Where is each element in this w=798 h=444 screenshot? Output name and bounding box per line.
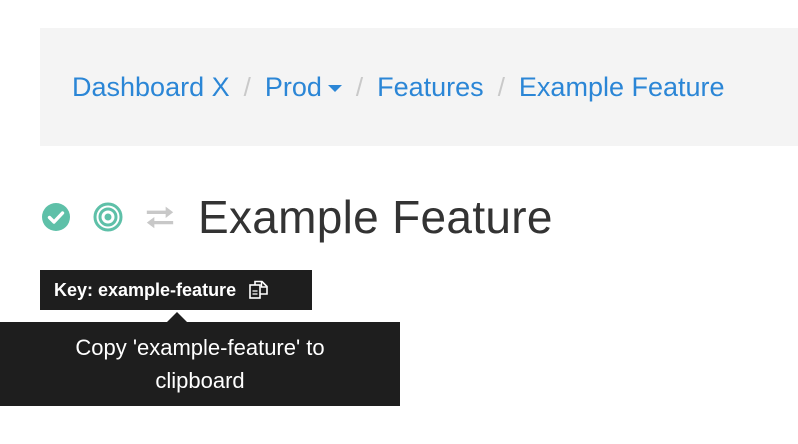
page: Dashboard X / Prod / Features / Example … <box>0 0 798 444</box>
breadcrumb-environment-label: Prod <box>264 71 322 102</box>
target-icon[interactable] <box>92 201 124 233</box>
breadcrumb-current-feature[interactable]: Example Feature <box>519 72 725 103</box>
feature-key-copy-button[interactable]: Key: example-feature <box>40 270 312 310</box>
feature-header: Example Feature <box>40 186 553 248</box>
copy-icon[interactable] <box>248 279 270 301</box>
breadcrumb-dashboard[interactable]: Dashboard X <box>72 72 230 103</box>
breadcrumb-separator: / <box>355 71 364 102</box>
page-title: Example Feature <box>198 191 553 243</box>
caret-down-icon <box>327 84 342 92</box>
check-circle-icon[interactable] <box>40 201 72 233</box>
arrows-swap-icon[interactable] <box>144 201 176 233</box>
breadcrumb-features[interactable]: Features <box>377 72 484 103</box>
copy-tooltip: Copy 'example-feature' to clipboard <box>0 322 400 406</box>
tooltip-arrow <box>167 312 187 322</box>
breadcrumb-separator: / <box>243 71 251 102</box>
feature-key-label: Key: example-feature <box>54 279 237 300</box>
breadcrumb-separator: / <box>497 71 505 102</box>
breadcrumb-environment-dropdown[interactable]: Prod <box>265 72 342 103</box>
breadcrumb: Dashboard X / Prod / Features / Example … <box>40 28 798 146</box>
